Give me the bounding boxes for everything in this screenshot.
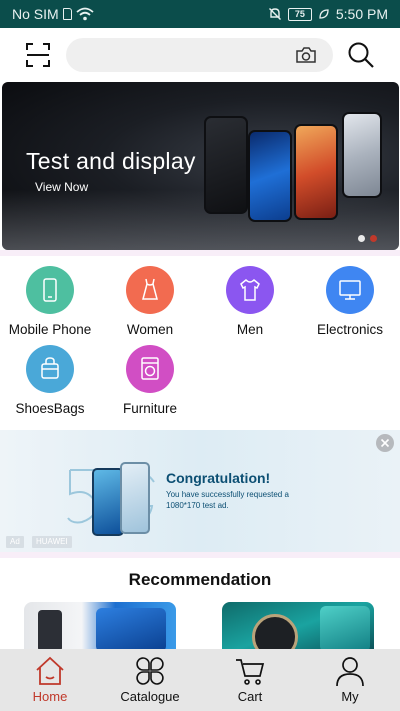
battery-level: 75 xyxy=(294,9,305,19)
nav-catalogue[interactable]: Catalogue xyxy=(100,649,200,711)
sim-card-icon xyxy=(62,8,72,20)
leaf-icon xyxy=(319,9,329,19)
carrier-label: No SIM xyxy=(12,6,59,22)
product-card[interactable] xyxy=(222,602,374,652)
category-men[interactable]: Men xyxy=(200,266,300,337)
nav-label: Home xyxy=(32,689,68,704)
mute-bell-icon xyxy=(268,8,281,20)
category-label: Women xyxy=(126,322,174,337)
promo-banner[interactable]: Test and display View Now xyxy=(2,82,399,250)
nav-cart[interactable]: Cart xyxy=(200,649,300,711)
banner-phone-black xyxy=(204,116,248,214)
wifi-icon xyxy=(76,7,94,21)
close-icon xyxy=(380,438,390,448)
product-image xyxy=(96,608,166,652)
carousel-dot-active[interactable] xyxy=(370,235,377,242)
product-card[interactable] xyxy=(24,602,176,652)
banner-title: Test and display xyxy=(26,148,196,174)
category-mobile-phone[interactable]: Mobile Phone xyxy=(0,266,100,337)
camera-icon[interactable] xyxy=(295,45,317,65)
category-label: Mobile Phone xyxy=(8,322,92,337)
category-women[interactable]: Women xyxy=(100,266,200,337)
search-icon[interactable] xyxy=(346,40,376,70)
mobile-phone-icon xyxy=(26,266,74,314)
ad-tag: Ad xyxy=(6,536,24,548)
dress-icon xyxy=(126,266,174,314)
category-label: Men xyxy=(236,322,264,337)
category-grid: Mobile Phone Women Men Electronics Shoes… xyxy=(0,256,400,426)
ad-text: You have successfully requested a 1080*1… xyxy=(166,490,289,510)
category-furniture[interactable]: Furniture xyxy=(100,345,200,416)
user-icon xyxy=(336,657,364,687)
category-electronics[interactable]: Electronics xyxy=(300,266,400,337)
shirt-icon xyxy=(226,266,274,314)
category-shoesbags[interactable]: ShoesBags xyxy=(0,345,100,416)
nav-label: Cart xyxy=(237,689,263,704)
washing-machine-icon xyxy=(126,345,174,393)
cart-icon xyxy=(236,659,265,685)
clock: 5:50 PM xyxy=(335,6,388,22)
banner-phone-blue xyxy=(248,130,292,222)
search-input[interactable] xyxy=(66,38,333,72)
status-bar: No SIM 75 5:50 PM xyxy=(0,0,400,28)
scan-icon[interactable] xyxy=(25,42,51,68)
section-divider xyxy=(0,552,400,558)
product-image xyxy=(320,606,370,652)
carousel-dot[interactable] xyxy=(358,235,365,242)
catalogue-icon xyxy=(136,657,164,685)
category-label: Furniture xyxy=(122,401,178,416)
ad-phone-back xyxy=(120,462,150,534)
ad-close-button[interactable] xyxy=(376,434,394,452)
product-image xyxy=(38,610,62,652)
ad-title: Congratulation! xyxy=(166,470,271,486)
bag-icon xyxy=(26,345,74,393)
product-image xyxy=(252,614,298,652)
battery-icon: 75 xyxy=(287,7,312,21)
banner-phone-silver xyxy=(342,112,382,198)
view-now-link[interactable]: View Now xyxy=(35,180,88,194)
monitor-icon xyxy=(326,266,374,314)
ad-banner[interactable]: Congratulation! You have successfully re… xyxy=(0,430,400,552)
carousel-indicator xyxy=(358,235,377,242)
nav-home[interactable]: Home xyxy=(0,649,100,711)
bottom-navigation: Home Catalogue Cart My xyxy=(0,649,400,711)
nav-label: My xyxy=(341,689,359,704)
banner-floor xyxy=(2,190,399,250)
search-header xyxy=(0,28,400,82)
nav-label: Catalogue xyxy=(120,689,180,704)
nav-my[interactable]: My xyxy=(300,649,400,711)
category-label: Electronics xyxy=(316,322,384,337)
ad-source-tag: HUAWEI xyxy=(32,536,72,548)
banner-phone-orange xyxy=(294,124,338,220)
home-icon xyxy=(36,656,64,685)
recommendation-title: Recommendation xyxy=(128,570,272,589)
category-label: ShoesBags xyxy=(15,401,85,416)
